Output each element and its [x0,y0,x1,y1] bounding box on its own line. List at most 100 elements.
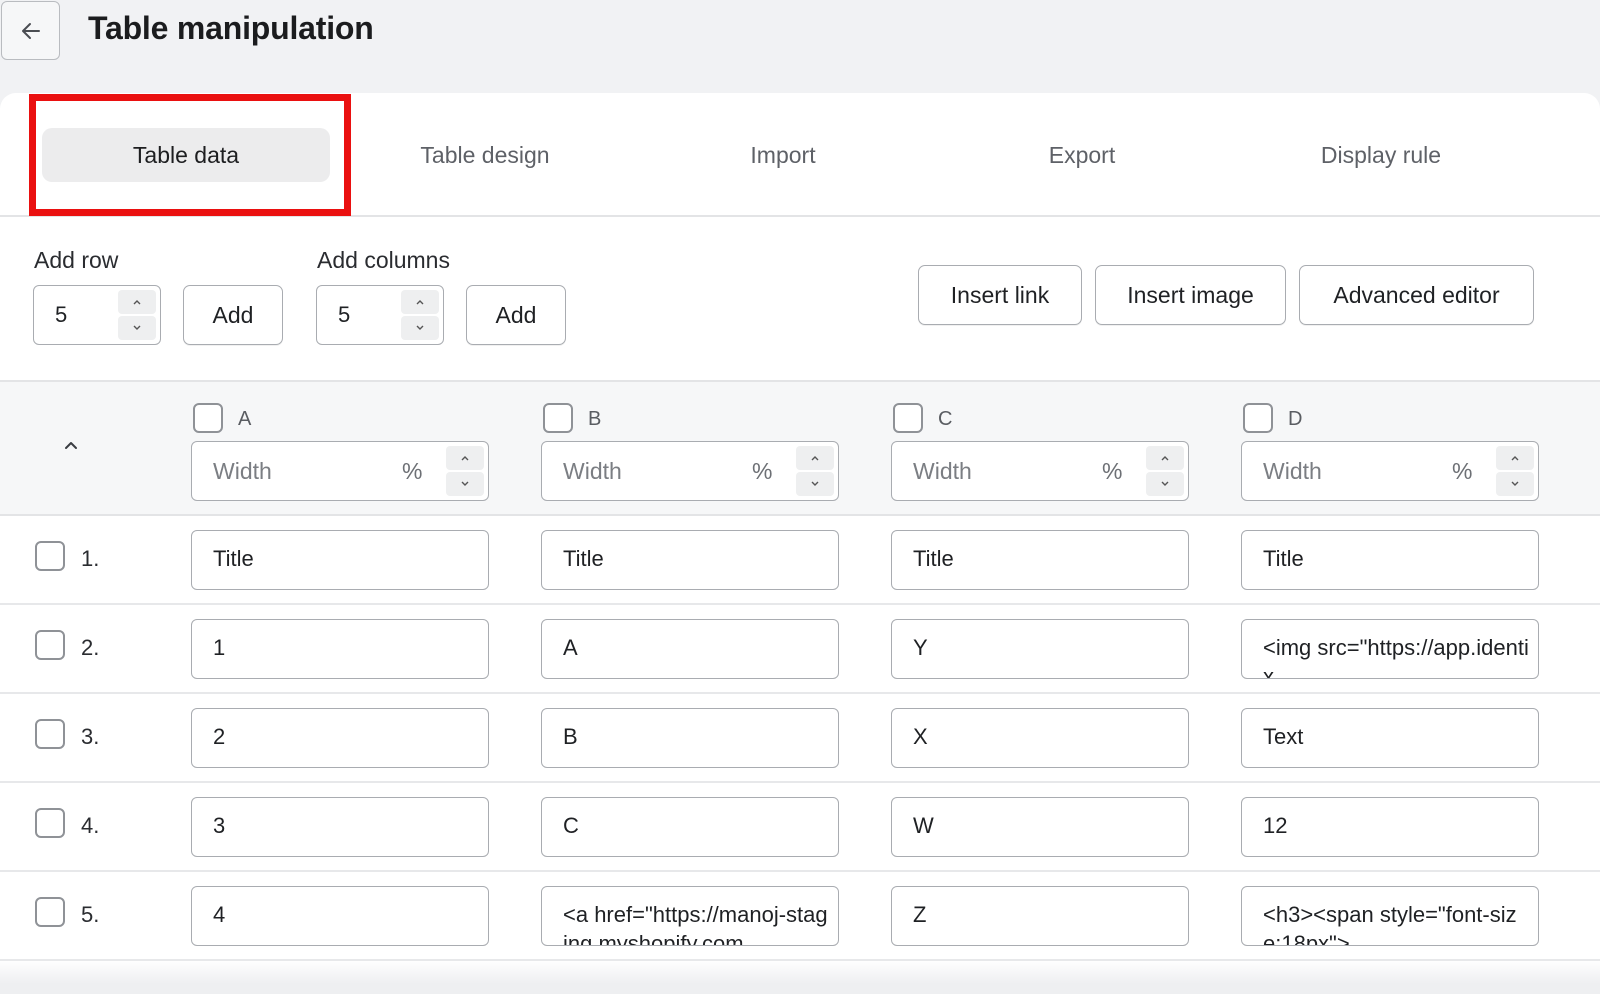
add-columns-stepper [401,290,439,340]
tab-export[interactable]: Export [933,128,1231,182]
chevron-up-icon [65,442,77,449]
cell-input[interactable]: Y [891,619,1189,679]
add-row-value: 5 [55,302,68,327]
chevron-down-icon [461,481,469,486]
tab-table-design[interactable]: Table design [336,128,634,182]
row-number: 5. [81,902,100,927]
step-down-button[interactable] [796,472,834,496]
step-up-button[interactable] [796,446,834,470]
add-columns-input[interactable]: 5 [316,285,444,345]
cell-input[interactable]: <img src="https://app.identix [1241,619,1539,679]
cell-input[interactable]: W [891,797,1189,857]
cell-input[interactable]: Title [541,530,839,590]
tab-display-rule[interactable]: Display rule [1232,128,1530,182]
step-up-button[interactable] [401,290,439,314]
cell-input[interactable]: 4 [191,886,489,946]
step-down-button[interactable] [446,472,484,496]
cell-input[interactable]: C [541,797,839,857]
column-width-input-c[interactable]: Width % [891,441,1189,501]
cell-input[interactable]: Title [1241,530,1539,590]
table-row: 4. 3 C W 12 [0,783,1600,872]
arrow-left-icon [21,22,40,39]
column-width-input-d[interactable]: Width % [1241,441,1539,501]
add-row-input[interactable]: 5 [33,285,161,345]
chevron-up-icon [416,300,424,305]
column-checkbox-d[interactable] [1243,403,1273,433]
tab-bar: Table data Table design Import Export Di… [0,93,1600,217]
cell-input[interactable]: B [541,708,839,768]
back-button[interactable] [1,1,60,60]
cell-input[interactable]: 1 [191,619,489,679]
cell-input[interactable]: 12 [1241,797,1539,857]
cell-text: <a href="https://manoj-staging.myshopify… [563,902,828,946]
step-up-button[interactable] [1496,446,1534,470]
cell-input[interactable]: X [891,708,1189,768]
cell-text: 12 [1263,813,1288,838]
cell-text: C [563,813,579,838]
column-checkbox-a[interactable] [193,403,223,433]
step-down-button[interactable] [1496,472,1534,496]
step-down-button[interactable] [1146,472,1184,496]
table-row: 1. Title Title Title Title [0,516,1600,605]
column-checkbox-c[interactable] [893,403,923,433]
chevron-down-icon [1161,481,1169,486]
step-up-button[interactable] [1146,446,1184,470]
cell-input[interactable]: Z [891,886,1189,946]
step-down-button[interactable] [401,316,439,340]
add-columns-label: Add columns [317,247,450,273]
add-row-button[interactable]: Add [183,285,283,345]
cell-text: Title [1263,546,1304,571]
row-checkbox[interactable] [35,541,65,571]
cell-text: 1 [213,635,226,660]
insert-link-button[interactable]: Insert link [918,265,1082,325]
chevron-up-icon [811,456,819,461]
advanced-editor-button[interactable]: Advanced editor [1299,265,1534,325]
width-placeholder: Width [913,458,972,484]
row-checkbox[interactable] [35,808,65,838]
percent-suffix: % [1452,458,1473,484]
cell-text: 4 [213,902,226,927]
cell-text: Title [563,546,604,571]
cell-input[interactable]: 3 [191,797,489,857]
row-checkbox[interactable] [35,897,65,927]
chevron-down-icon [1511,481,1519,486]
step-down-button[interactable] [118,316,156,340]
add-row-stepper [118,290,156,340]
step-up-button[interactable] [446,446,484,470]
cell-input[interactable]: Text [1241,708,1539,768]
cell-input[interactable]: <a href="https://manoj-staging.myshopify… [541,886,839,946]
cell-text: 2 [213,724,226,749]
row-number: 1. [81,546,100,571]
tab-table-data[interactable]: Table data [42,128,330,182]
column-width-input-a[interactable]: Width % [191,441,489,501]
table-row: 2. 1 A Y <img src="https://app.identix [0,605,1600,694]
collapse-button[interactable] [58,432,84,458]
cell-input[interactable]: Title [891,530,1189,590]
table-row: 5. 4 <a href="https://manoj-staging.mysh… [0,872,1600,961]
main-card: Table data Table design Import Export Di… [0,93,1600,994]
tab-import[interactable]: Import [634,128,932,182]
column-width-input-b[interactable]: Width % [541,441,839,501]
add-columns-button[interactable]: Add [466,285,566,345]
cell-input[interactable]: Title [191,530,489,590]
table-controls: Add row 5 Add Add columns 5 Add Insert l… [0,218,1600,380]
page-title: Table manipulation [88,10,374,46]
insert-image-button[interactable]: Insert image [1095,265,1286,325]
column-letter: A [238,408,252,430]
add-row-label: Add row [34,247,119,273]
row-number: 2. [81,635,100,660]
column-header-row: A Width % B Width % C Width % D Width % [0,380,1600,516]
column-letter: D [1288,408,1303,430]
cell-text: W [913,813,934,838]
row-checkbox[interactable] [35,719,65,749]
cell-input[interactable]: A [541,619,839,679]
cell-input[interactable]: 2 [191,708,489,768]
cell-text: Title [213,546,254,571]
chevron-up-icon [461,456,469,461]
cell-input[interactable]: <h3><span style="font-size:18px"> [1241,886,1539,946]
row-number: 4. [81,813,100,838]
step-up-button[interactable] [118,290,156,314]
column-checkbox-b[interactable] [543,403,573,433]
chevron-up-icon [133,300,141,305]
row-checkbox[interactable] [35,630,65,660]
